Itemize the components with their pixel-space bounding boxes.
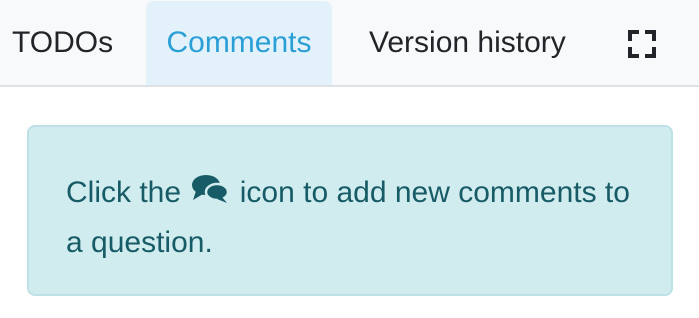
expand-icon — [628, 30, 656, 58]
tab-comments[interactable]: Comments — [146, 1, 332, 85]
comments-icon — [191, 171, 230, 219]
info-alert: Click the icon to add new comments to a … — [27, 125, 673, 296]
tab-todos[interactable]: TODOs — [0, 1, 128, 85]
tab-bar: TODOs Comments Version history — [0, 0, 699, 87]
tab-version-history[interactable]: Version history — [352, 1, 592, 85]
fullscreen-button[interactable] — [620, 24, 664, 64]
alert-text-before: Click the — [66, 176, 182, 209]
